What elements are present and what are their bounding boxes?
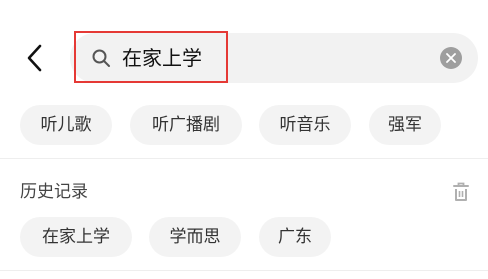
bottom-divider bbox=[0, 270, 488, 271]
history-chip[interactable]: 广东 bbox=[259, 217, 331, 257]
history-chip[interactable]: 在家上学 bbox=[20, 217, 132, 257]
search-input[interactable]: 在家上学 bbox=[122, 42, 202, 74]
history-title: 历史记录 bbox=[20, 182, 88, 202]
trash-icon bbox=[453, 182, 469, 201]
suggestion-chip[interactable]: 强军 bbox=[369, 105, 441, 145]
suggestion-chip[interactable]: 听广播剧 bbox=[130, 105, 242, 145]
clear-button[interactable] bbox=[440, 47, 462, 69]
back-button[interactable] bbox=[18, 40, 50, 76]
history-chip[interactable]: 学而思 bbox=[149, 217, 241, 257]
clear-history-button[interactable] bbox=[451, 181, 471, 203]
suggestion-chip[interactable]: 听儿歌 bbox=[20, 105, 112, 145]
chevron-left-icon bbox=[27, 44, 42, 72]
search-icon bbox=[92, 49, 110, 67]
section-divider bbox=[0, 158, 488, 159]
clear-icon bbox=[446, 53, 456, 63]
suggestion-chip[interactable]: 听音乐 bbox=[259, 105, 351, 145]
